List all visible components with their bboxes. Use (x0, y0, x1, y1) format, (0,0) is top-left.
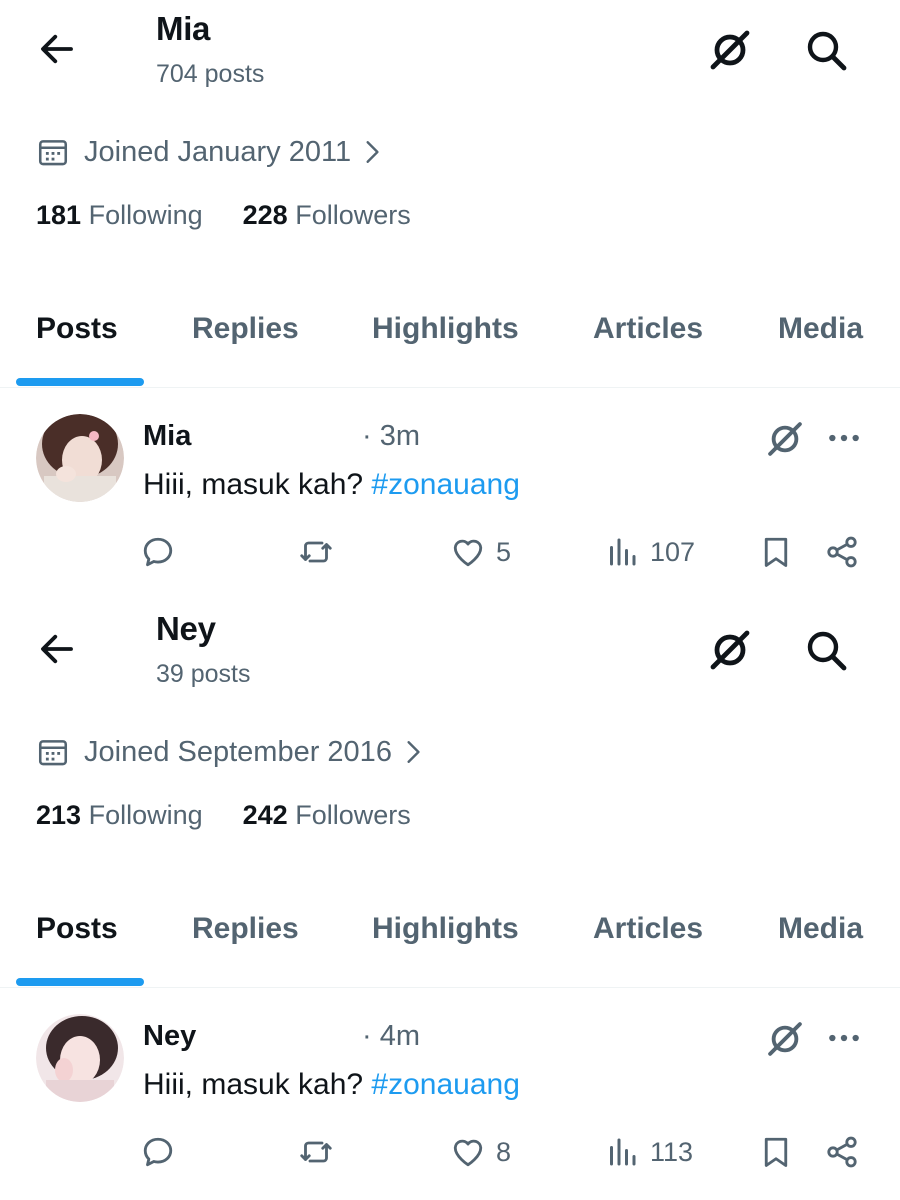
following-label: Following (88, 200, 203, 230)
profile-name: Ney (156, 610, 216, 647)
like-count: 8 (496, 1136, 512, 1167)
post-author[interactable]: Ney (143, 1020, 196, 1053)
followers-count: 242 (242, 800, 288, 830)
post-text: Hiii, masuk kah? #zonauang (143, 1068, 520, 1102)
post-hashtag[interactable]: #zonauang (371, 1068, 519, 1101)
post-author[interactable]: Mia (143, 420, 191, 453)
reply-button[interactable] (140, 1130, 176, 1174)
search-icon[interactable] (802, 26, 850, 74)
arrow-left-icon[interactable] (36, 28, 78, 70)
more-dots-icon[interactable] (824, 1018, 864, 1058)
post-item[interactable]: Ney · 4m Hiii, masuk kah? #zonauang 8 11… (0, 990, 900, 1200)
chevron-right-icon (366, 141, 379, 163)
followers-link[interactable]: 228 Followers (243, 200, 411, 230)
profile-tabs: Posts Replies Highlights Articles Media (0, 890, 900, 988)
profile-tabs: Posts Replies Highlights Articles Media (0, 290, 900, 388)
repost-icon (300, 1141, 332, 1163)
follow-stats: 181 Following 228 Followers (36, 200, 411, 231)
views-button[interactable]: 107 (604, 530, 695, 574)
following-count: 213 (36, 800, 82, 830)
more-dots-icon[interactable] (824, 418, 864, 458)
post-hashtag[interactable]: #zonauang (371, 468, 519, 501)
views-icon (610, 1138, 636, 1166)
grok-icon[interactable] (764, 418, 806, 460)
bookmark-icon (764, 537, 788, 567)
bookmark-icon (764, 1137, 788, 1167)
tab-highlights[interactable]: Highlights (372, 912, 519, 946)
like-count: 5 (496, 536, 512, 567)
profile-panel-ney: Ney 39 posts Joined September 2016 213 F… (0, 600, 900, 1200)
share-icon (827, 1136, 857, 1168)
follow-stats: 213 Following 242 Followers (36, 800, 411, 831)
tab-articles[interactable]: Articles (593, 312, 703, 346)
reply-icon (143, 537, 173, 567)
following-label: Following (88, 800, 203, 830)
grok-icon[interactable] (706, 626, 754, 674)
joined-text: Joined September 2016 (84, 735, 392, 768)
repost-icon (300, 541, 332, 563)
post-body: Hiii, masuk kah? (143, 468, 364, 501)
chevron-right-icon (407, 741, 420, 763)
tab-replies[interactable]: Replies (192, 312, 299, 346)
search-icon[interactable] (802, 626, 850, 674)
share-button[interactable] (824, 1130, 860, 1174)
active-tab-indicator (16, 978, 144, 986)
joined-date[interactable]: Joined September 2016 (36, 732, 426, 772)
followers-label: Followers (295, 200, 411, 230)
share-icon (827, 536, 857, 568)
joined-date[interactable]: Joined January 2011 (36, 132, 385, 172)
followers-link[interactable]: 242 Followers (243, 800, 411, 830)
profile-panel-mia: Mia 704 posts Joined January 2011 181 Fo… (0, 0, 900, 600)
views-button[interactable]: 113 (604, 1130, 693, 1174)
repost-button[interactable] (298, 530, 334, 574)
profile-post-count: 704 posts (156, 60, 265, 88)
post-text: Hiii, masuk kah? #zonauang (143, 468, 520, 502)
profile-post-count: 39 posts (156, 660, 251, 688)
view-count: 107 (650, 536, 696, 567)
calendar-icon (38, 140, 68, 166)
bookmark-button[interactable] (758, 1130, 794, 1174)
profile-header: Mia 704 posts (0, 0, 900, 108)
post-item[interactable]: Mia · 3m Hiii, masuk kah? #zonauang 5 10… (0, 390, 900, 600)
post-body: Hiii, masuk kah? (143, 1068, 364, 1101)
followers-label: Followers (295, 800, 411, 830)
tab-articles[interactable]: Articles (593, 912, 703, 946)
following-count: 181 (36, 200, 82, 230)
tab-highlights[interactable]: Highlights (372, 312, 519, 346)
avatar[interactable] (36, 1014, 124, 1102)
followers-count: 228 (242, 200, 288, 230)
post-time[interactable]: · 3m (362, 420, 420, 453)
heart-icon (453, 539, 483, 567)
profile-name: Mia (156, 10, 211, 47)
tab-replies[interactable]: Replies (192, 912, 299, 946)
following-link[interactable]: 181 Following (36, 200, 203, 230)
tab-posts[interactable]: Posts (36, 912, 118, 946)
tab-media[interactable]: Media (778, 312, 863, 346)
like-button[interactable]: 5 (450, 530, 511, 574)
arrow-left-icon[interactable] (36, 628, 78, 670)
joined-text: Joined January 2011 (84, 135, 352, 168)
calendar-icon (38, 740, 68, 766)
active-tab-indicator (16, 378, 144, 386)
grok-icon[interactable] (764, 1018, 806, 1060)
tab-media[interactable]: Media (778, 912, 863, 946)
post-time[interactable]: · 4m (362, 1020, 420, 1053)
bookmark-button[interactable] (758, 530, 794, 574)
tab-posts[interactable]: Posts (36, 312, 118, 346)
heart-icon (453, 1139, 483, 1167)
view-count: 113 (650, 1136, 694, 1167)
profile-header: Ney 39 posts (0, 600, 900, 708)
views-icon (610, 538, 636, 566)
avatar[interactable] (36, 414, 124, 502)
reply-icon (143, 1137, 173, 1167)
following-link[interactable]: 213 Following (36, 800, 203, 830)
like-button[interactable]: 8 (450, 1130, 511, 1174)
reply-button[interactable] (140, 530, 176, 574)
share-button[interactable] (824, 530, 860, 574)
grok-icon[interactable] (706, 26, 754, 74)
repost-button[interactable] (298, 1130, 334, 1174)
